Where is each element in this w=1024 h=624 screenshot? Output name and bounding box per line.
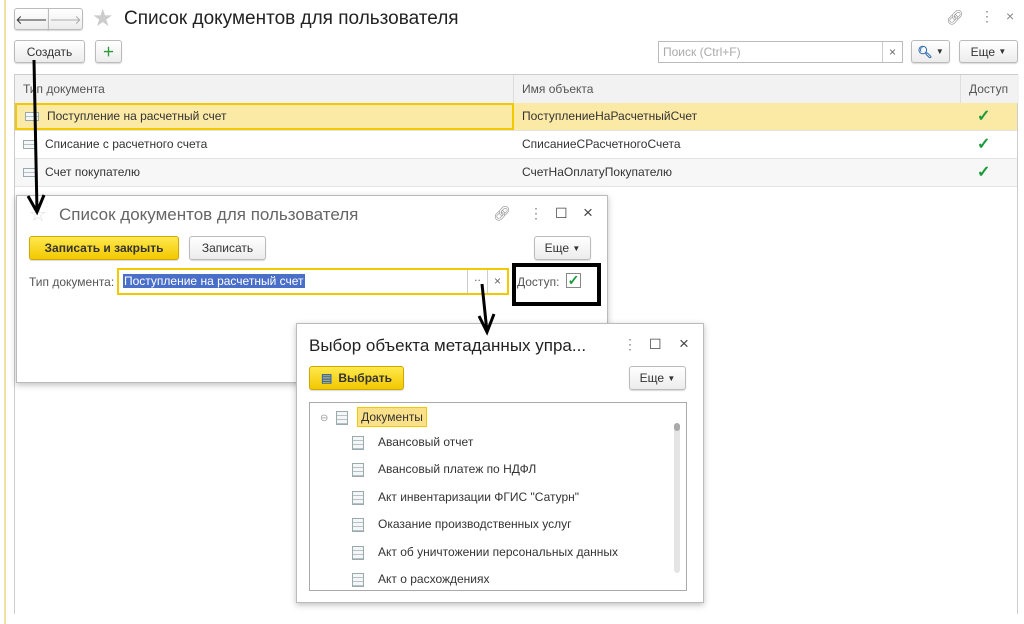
arrow-create <box>26 59 46 216</box>
arrow-select <box>477 283 496 336</box>
annotation-arrows <box>26 59 496 336</box>
